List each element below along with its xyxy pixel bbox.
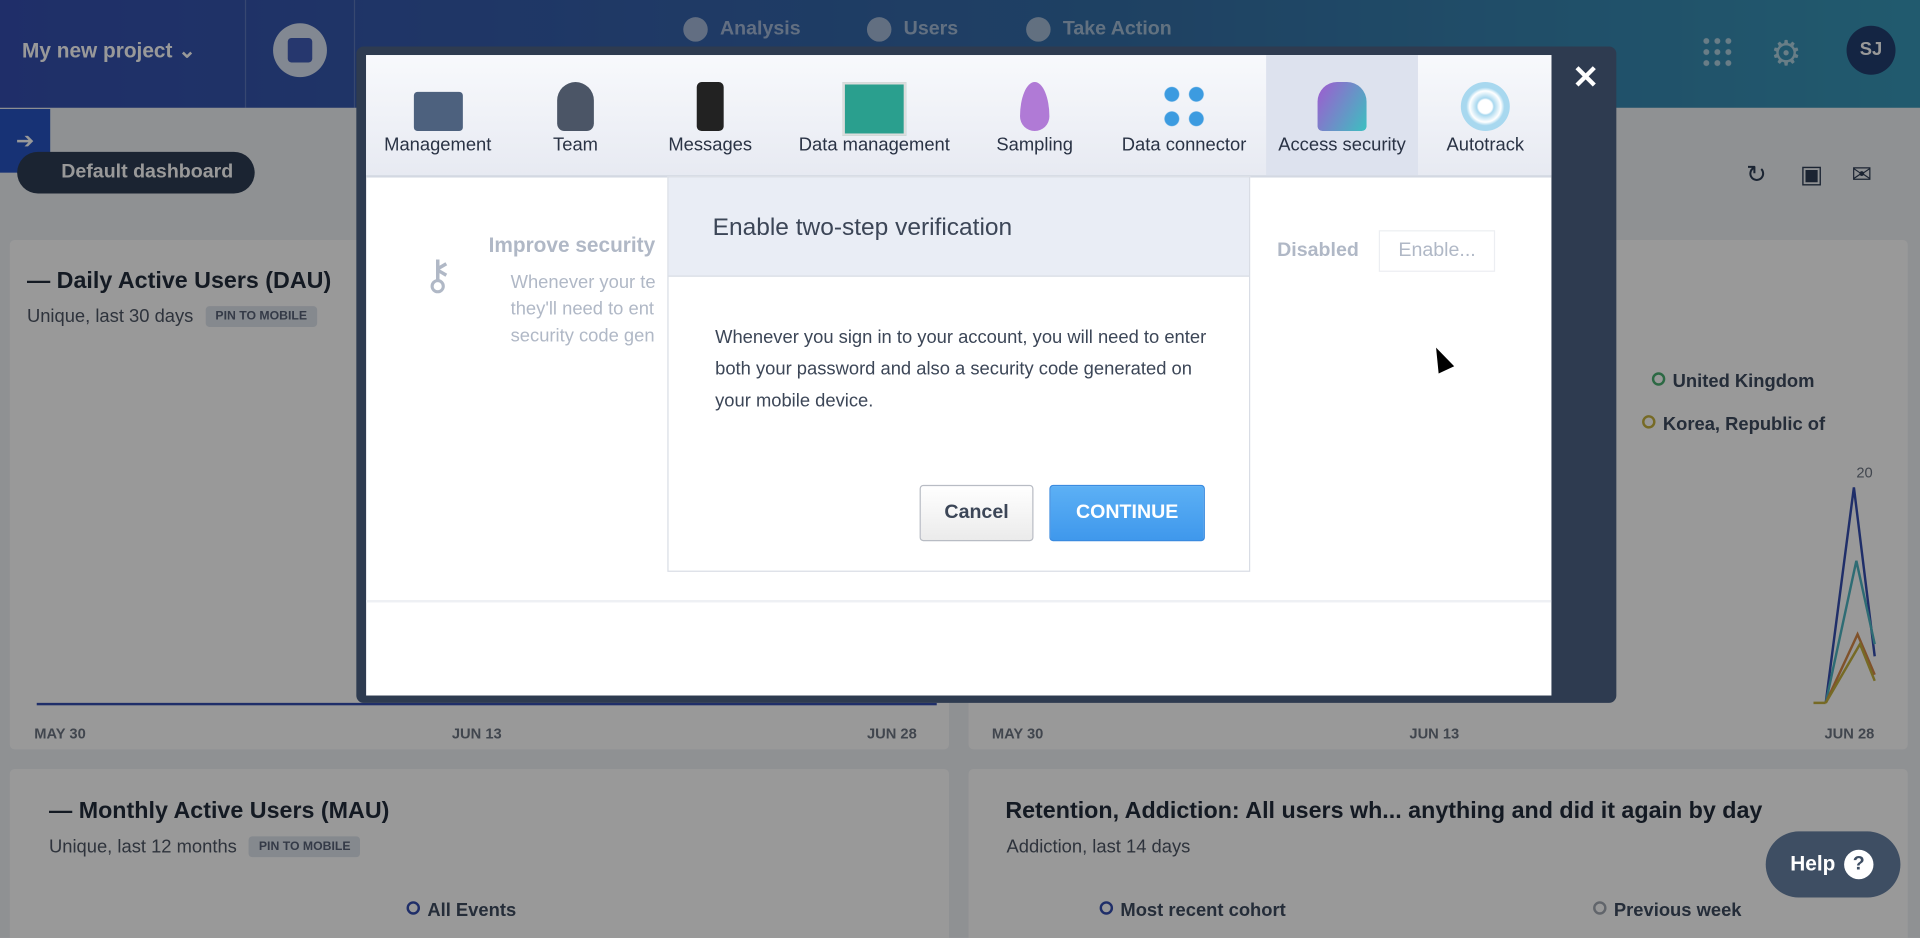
card-subtitle: Addiction, last 14 days bbox=[1006, 836, 1191, 858]
section-title: Improve security bbox=[488, 233, 656, 258]
folder-icon bbox=[413, 91, 463, 132]
default-dashboard-button[interactable]: Default dashboard bbox=[17, 151, 256, 194]
enable-button[interactable]: Enable... bbox=[1378, 230, 1496, 272]
x-tick: JUN 13 bbox=[451, 724, 502, 743]
section-text: Whenever your te they'll need to ent secur… bbox=[510, 271, 656, 347]
project-name: My new project bbox=[22, 39, 173, 63]
card-subtitle: Unique, last 30 days PIN TO MOBILE bbox=[27, 306, 317, 327]
card-title: — Monthly Active Users (MAU) bbox=[48, 798, 390, 825]
person-icon bbox=[557, 82, 594, 132]
x-tick: JUN 28 bbox=[1824, 724, 1875, 743]
analysis-icon bbox=[683, 17, 708, 42]
dialog-title: Enable two-step verification bbox=[712, 214, 1013, 242]
help-button[interactable]: Help? bbox=[1765, 831, 1901, 898]
tab-data-management[interactable]: Data management bbox=[789, 55, 960, 175]
tab-access-security[interactable]: Access security bbox=[1266, 55, 1418, 176]
dau-line bbox=[36, 702, 937, 706]
users-icon bbox=[866, 17, 892, 42]
nav-analysis[interactable]: Analysis bbox=[683, 17, 801, 42]
geo-chart bbox=[1813, 487, 1876, 705]
gear-icon[interactable]: ⚙ bbox=[1771, 33, 1802, 73]
close-icon[interactable]: ✕ bbox=[1572, 59, 1599, 97]
divider bbox=[366, 600, 1552, 603]
cubes-icon bbox=[1159, 82, 1209, 132]
apps-grid-icon[interactable] bbox=[1700, 35, 1733, 68]
two-step-dialog: Enable two-step verification Whenever yo… bbox=[667, 176, 1251, 572]
x-tick: MAY 30 bbox=[991, 724, 1044, 743]
x-tick: MAY 30 bbox=[34, 724, 86, 743]
project-selector[interactable]: My new project ⌄ bbox=[22, 39, 196, 63]
chevron-down-icon: ⌄ bbox=[178, 39, 196, 63]
pin-to-mobile-button[interactable]: PIN TO MOBILE bbox=[249, 836, 361, 858]
nav-users[interactable]: Users bbox=[866, 17, 958, 42]
database-icon bbox=[842, 82, 907, 136]
card-title: Retention, Addiction: All users wh... an… bbox=[1005, 798, 1763, 825]
question-icon: ? bbox=[1844, 849, 1874, 880]
tab-data-connector[interactable]: Data connector bbox=[1111, 55, 1258, 175]
legend-item[interactable]: Previous week bbox=[1593, 900, 1742, 921]
tab-autotrack[interactable]: Autotrack bbox=[1422, 55, 1549, 175]
refresh-icon[interactable]: ↻ bbox=[1746, 159, 1767, 190]
legend-item[interactable]: All Events bbox=[406, 900, 516, 921]
tab-messages[interactable]: Messages bbox=[649, 55, 771, 175]
legend-item[interactable]: Most recent cohort bbox=[1099, 900, 1286, 921]
keys-icon bbox=[1317, 82, 1367, 132]
legend-item[interactable]: United Kingdom bbox=[1651, 371, 1814, 392]
present-icon[interactable]: ▣ bbox=[1800, 159, 1823, 190]
droplet-icon bbox=[1020, 82, 1050, 132]
pin-to-mobile-button[interactable]: PIN TO MOBILE bbox=[205, 306, 317, 327]
series-line bbox=[1824, 560, 1876, 704]
x-tick: JUN 28 bbox=[866, 724, 917, 743]
nav-take-action[interactable]: Take Action bbox=[1026, 17, 1172, 42]
data-label: 20 bbox=[1856, 464, 1873, 482]
mau-card: — Monthly Active Users (MAU) Unique, las… bbox=[9, 768, 949, 938]
phone-icon bbox=[696, 82, 724, 132]
dialog-body: Whenever you sign in to your account, yo… bbox=[715, 326, 1207, 412]
app-logo-icon[interactable] bbox=[273, 23, 327, 78]
cancel-button[interactable]: Cancel bbox=[919, 484, 1034, 542]
tab-team[interactable]: Team bbox=[514, 55, 636, 175]
x-tick: JUN 13 bbox=[1409, 724, 1460, 743]
card-subtitle: Unique, last 12 months PIN TO MOBILE bbox=[49, 836, 361, 858]
keys-icon: ⚷ bbox=[422, 252, 453, 299]
tab-management[interactable]: Management bbox=[373, 55, 502, 175]
status-label: Disabled bbox=[1277, 240, 1359, 261]
target-cursor-icon bbox=[1460, 82, 1510, 132]
target-icon bbox=[1026, 17, 1051, 42]
avatar[interactable]: SJ bbox=[1846, 25, 1896, 75]
legend-item[interactable]: Korea, Republic of bbox=[1642, 414, 1825, 435]
tab-sampling[interactable]: Sampling bbox=[973, 55, 1095, 175]
continue-button[interactable]: CONTINUE bbox=[1049, 484, 1205, 542]
card-title: — Daily Active Users (DAU) bbox=[26, 268, 332, 294]
email-icon[interactable]: ✉ bbox=[1851, 159, 1872, 190]
divider bbox=[244, 0, 247, 108]
divider bbox=[353, 0, 356, 108]
settings-tabs: Management Team Messages Data management… bbox=[366, 55, 1552, 178]
